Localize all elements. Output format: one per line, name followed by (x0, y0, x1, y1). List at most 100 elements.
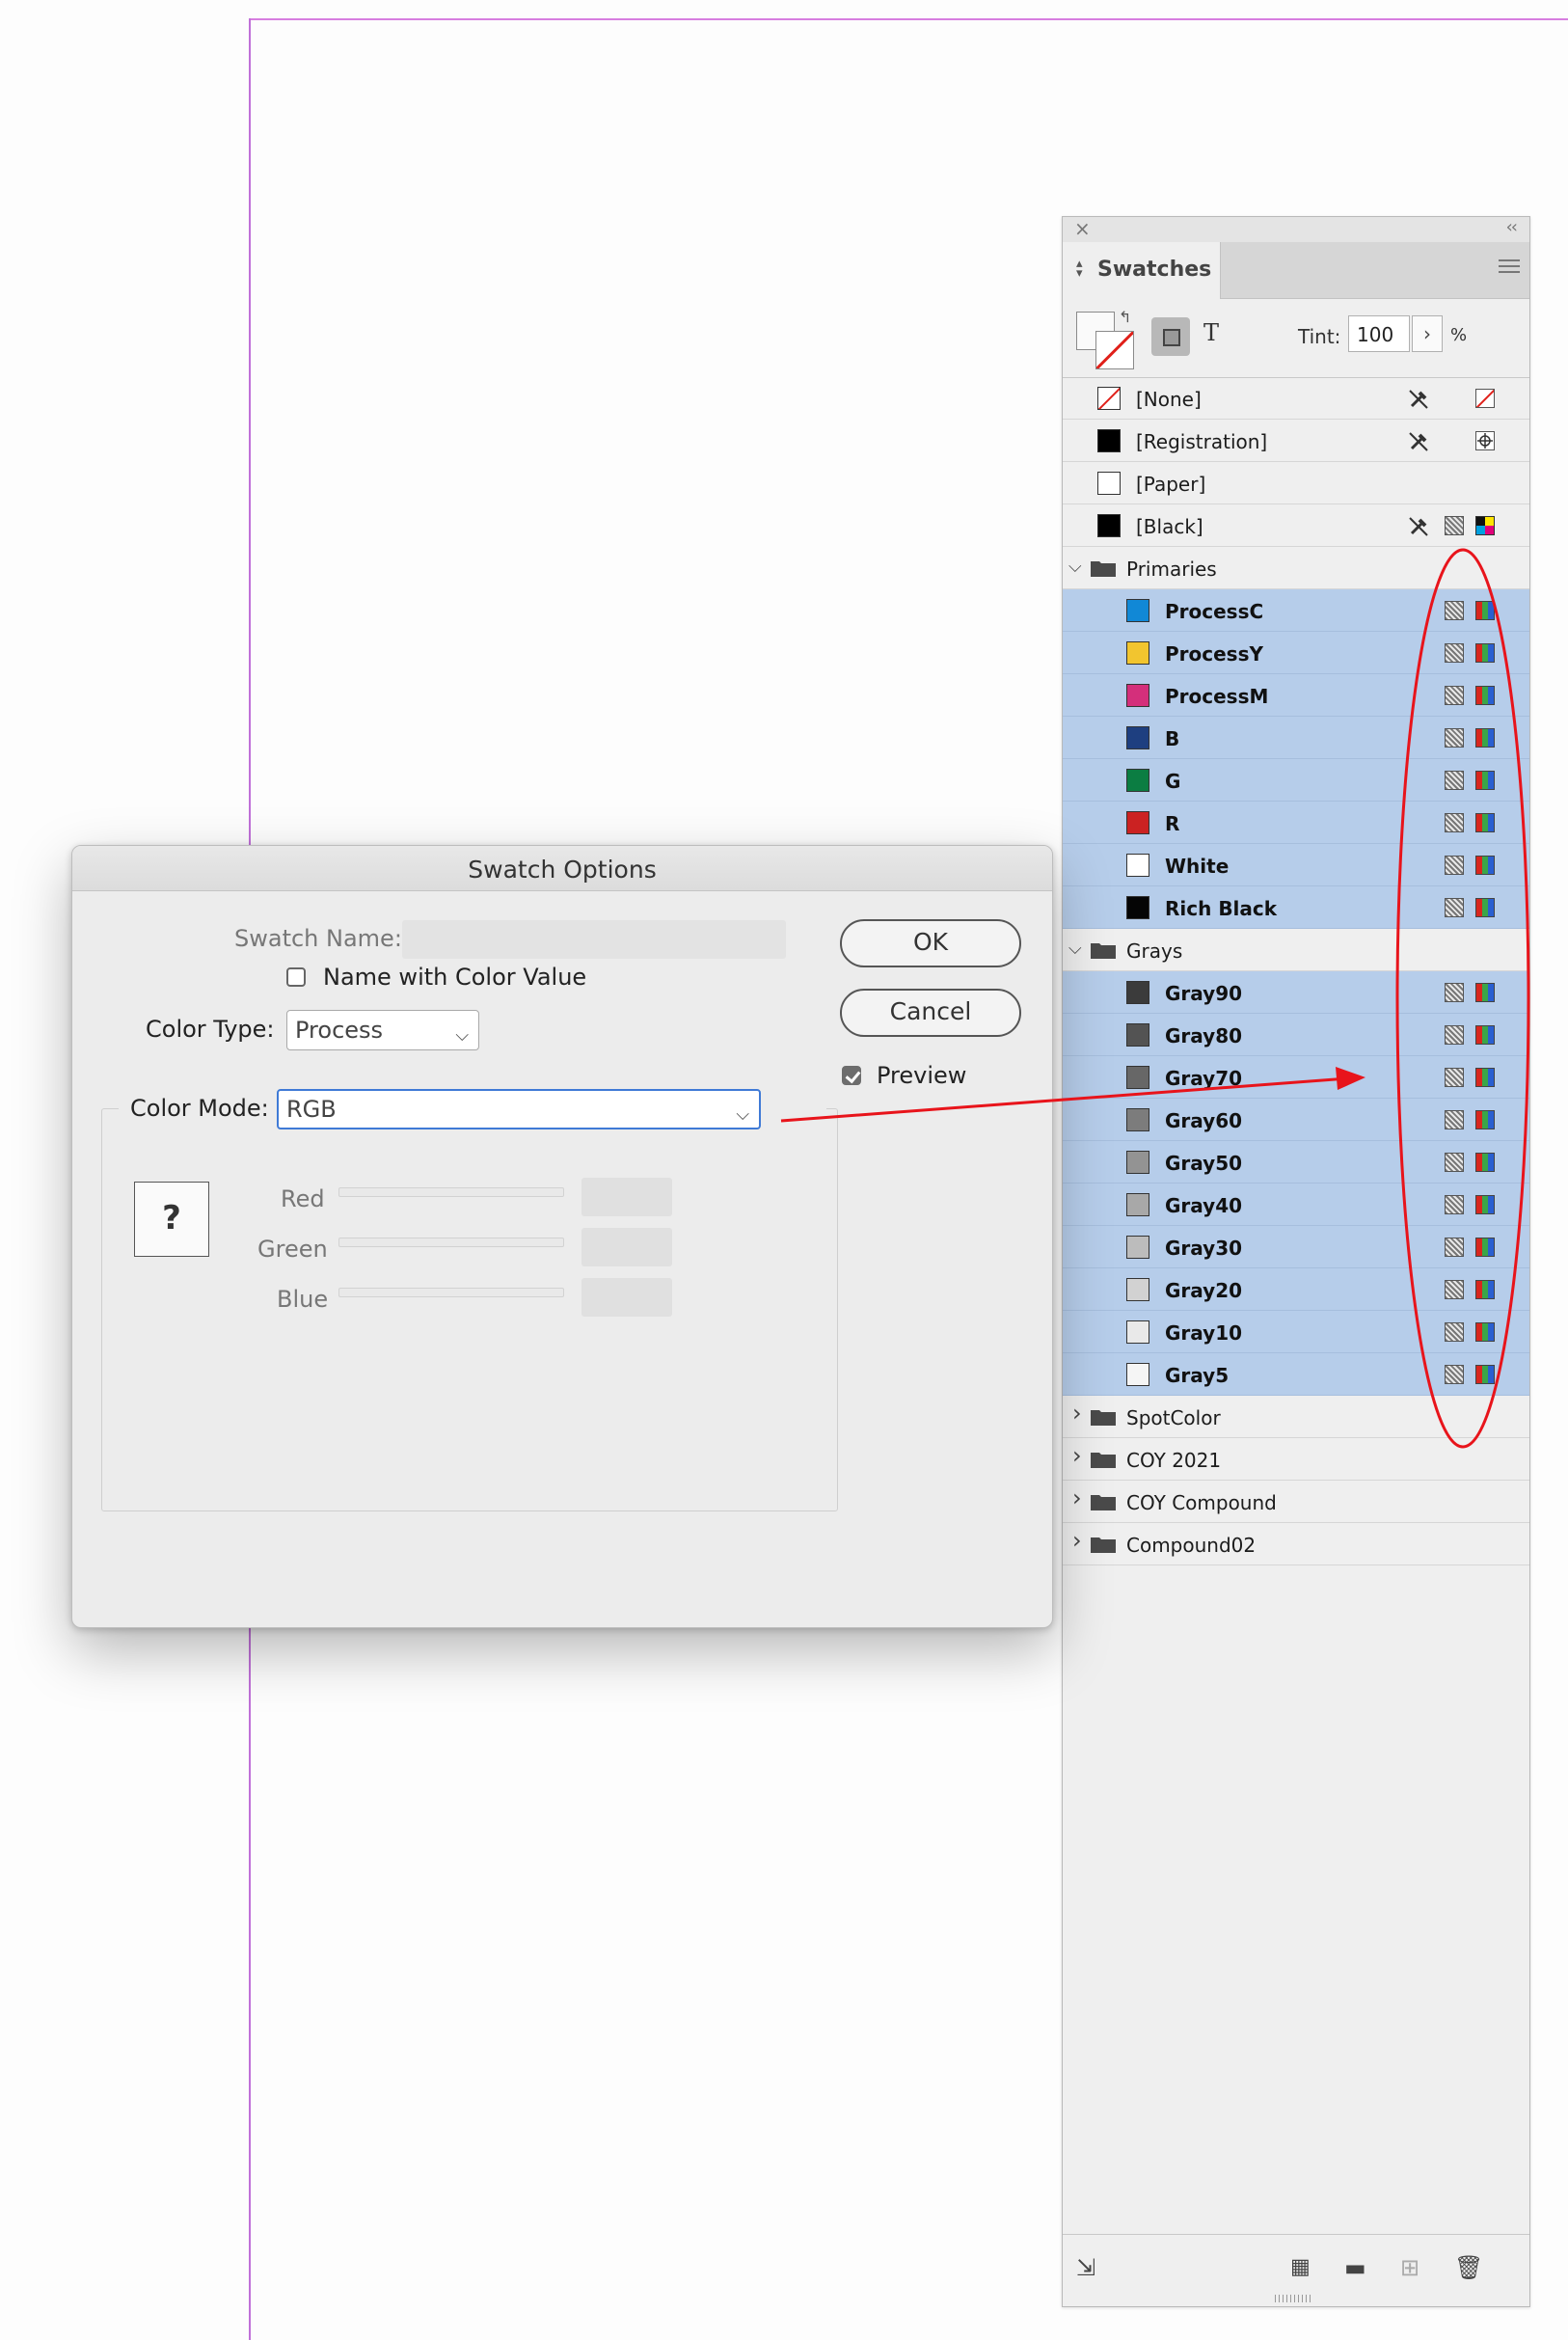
green-value-field[interactable] (581, 1228, 672, 1266)
swatch-name: B (1165, 727, 1180, 750)
swatch-row[interactable]: Gray70 (1063, 1056, 1529, 1099)
dialog-title-bar[interactable]: Swatch Options (72, 846, 1052, 891)
chevron-down-icon[interactable]: ⌵ (1068, 939, 1082, 959)
page-margin-guide-top (249, 18, 1568, 20)
chevron-right-icon[interactable]: › (1072, 1442, 1082, 1469)
stroke-swatch-icon[interactable] (1095, 331, 1134, 369)
folder-icon (1091, 1495, 1116, 1510)
delete-swatch-icon[interactable]: 🗑 (1454, 2256, 1483, 2279)
cancel-button[interactable]: Cancel (840, 989, 1021, 1037)
swatch-chip (1126, 1023, 1149, 1047)
dialog-title: Swatch Options (468, 856, 657, 884)
swatch-name: Gray10 (1165, 1321, 1243, 1345)
swatch-row[interactable]: Gray20 (1063, 1268, 1529, 1311)
blue-slider[interactable] (338, 1288, 564, 1297)
preview-checkbox[interactable] (842, 1066, 861, 1085)
swatch-name: Gray30 (1165, 1237, 1243, 1260)
swatch-row[interactable]: White (1063, 844, 1529, 886)
swatch-row[interactable]: B (1063, 717, 1529, 759)
panel-title-bar[interactable]: × ‹‹ (1063, 217, 1529, 243)
swatch-row[interactable]: ProcessC (1063, 589, 1529, 632)
swatch-row[interactable]: Gray40 (1063, 1184, 1529, 1226)
cannot-edit-icon (1409, 432, 1428, 451)
swatch-list: [None] [Registration] [Paper] [Black] ⌵ Prima… (1063, 377, 1529, 1565)
swatch-name: ProcessY (1165, 642, 1263, 666)
color-group-name: COY 2021 (1126, 1449, 1222, 1472)
rgb-mode-icon (1445, 1365, 1464, 1384)
none-color-icon (1475, 389, 1495, 408)
formatting-affects-text-icon[interactable]: T (1203, 319, 1219, 346)
color-group-row[interactable]: › COY 2021 (1063, 1438, 1529, 1481)
swatch-row[interactable]: Gray30 (1063, 1226, 1529, 1268)
swatch-name: [Registration] (1136, 430, 1268, 453)
new-swatch-icon[interactable]: ⊞ (1400, 2256, 1419, 2279)
blue-value-field[interactable] (581, 1278, 672, 1317)
swatch-row[interactable]: R (1063, 802, 1529, 844)
swatch-row[interactable]: [None] (1063, 377, 1529, 420)
folder-icon (1091, 1537, 1116, 1553)
chevron-right-icon[interactable]: › (1072, 1400, 1082, 1427)
swatch-name: Gray60 (1165, 1109, 1243, 1132)
folder-icon (1091, 561, 1116, 577)
swatch-row[interactable]: Gray60 (1063, 1099, 1529, 1141)
swatch-toolbar: ↰ T Tint: 100 › % (1063, 298, 1529, 378)
swatch-views-icon[interactable]: ▦ (1290, 2256, 1311, 2279)
swatch-chip (1097, 514, 1121, 537)
tab-expand-icon[interactable]: ▴ ▾ (1076, 258, 1083, 280)
tint-popup-button[interactable]: › (1412, 315, 1443, 352)
color-mode-select[interactable]: RGB ⌵ (277, 1089, 761, 1129)
swatch-name: R (1165, 812, 1180, 835)
green-slider[interactable] (338, 1238, 564, 1247)
swatch-chip (1126, 726, 1149, 749)
folder-icon (1091, 1453, 1116, 1468)
color-type-select[interactable]: Process ⌵ (286, 1010, 479, 1050)
chevron-right-icon[interactable]: › (1072, 1527, 1082, 1554)
process-rgb-color-icon (1475, 1068, 1495, 1087)
swatch-name: Rich Black (1165, 897, 1278, 920)
rgb-mode-icon (1445, 771, 1464, 790)
color-mode-value: RGB (286, 1096, 337, 1123)
swatch-chip (1097, 387, 1121, 410)
show-swatch-options-icon[interactable]: ⇲ (1076, 2256, 1095, 2279)
collapse-panel-icon[interactable]: ‹‹ (1506, 218, 1518, 237)
swatch-row[interactable]: [Paper] (1063, 462, 1529, 504)
process-rgb-color-icon (1475, 1280, 1495, 1299)
rgb-mode-icon (1445, 983, 1464, 1002)
panel-menu-icon[interactable] (1499, 259, 1520, 275)
color-group-row[interactable]: › COY Compound (1063, 1481, 1529, 1523)
ok-button[interactable]: OK (840, 919, 1021, 967)
tint-input[interactable]: 100 (1348, 315, 1410, 352)
swatch-row[interactable]: ProcessY (1063, 632, 1529, 674)
resize-grip[interactable] (1275, 2295, 1313, 2302)
swatch-row[interactable]: ProcessM (1063, 674, 1529, 717)
tab-swatches[interactable]: ▴ ▾ Swatches (1063, 242, 1221, 299)
swatch-row[interactable]: Gray50 (1063, 1141, 1529, 1184)
red-slider[interactable] (338, 1187, 564, 1197)
red-value-field[interactable] (581, 1178, 672, 1216)
chevron-down-icon: ⌵ (455, 1025, 469, 1046)
swap-fill-stroke-icon[interactable]: ↰ (1119, 308, 1131, 326)
swatch-row[interactable]: [Black] (1063, 504, 1529, 547)
color-group-row[interactable]: › Compound02 (1063, 1523, 1529, 1565)
swatch-row[interactable]: [Registration] (1063, 420, 1529, 462)
green-label: Green (257, 1236, 328, 1263)
new-color-group-icon[interactable]: ▬ (1344, 2256, 1366, 2279)
color-group-row[interactable]: › SpotColor (1063, 1396, 1529, 1438)
rgb-mode-icon (1445, 898, 1464, 917)
color-group-row[interactable]: ⌵ Primaries (1063, 547, 1529, 589)
formatting-affects-container-icon[interactable] (1151, 317, 1190, 356)
swatch-row[interactable]: Gray80 (1063, 1014, 1529, 1056)
close-icon[interactable]: × (1074, 219, 1091, 238)
chevron-right-icon[interactable]: › (1072, 1484, 1082, 1511)
color-type-value: Process (295, 1017, 384, 1044)
name-with-color-value-checkbox[interactable] (286, 967, 306, 987)
process-rgb-color-icon (1475, 1110, 1495, 1129)
swatch-row[interactable]: Rich Black (1063, 886, 1529, 929)
swatch-row[interactable]: Gray5 (1063, 1353, 1529, 1396)
swatch-row[interactable]: Gray10 (1063, 1311, 1529, 1353)
swatch-row[interactable]: G (1063, 759, 1529, 802)
color-group-row[interactable]: ⌵ Grays (1063, 929, 1529, 971)
panel-bottom-bar: ⇲ ▦ ▬ ⊞ 🗑 (1063, 2234, 1529, 2306)
swatch-row[interactable]: Gray90 (1063, 971, 1529, 1014)
chevron-down-icon[interactable]: ⌵ (1068, 557, 1082, 577)
